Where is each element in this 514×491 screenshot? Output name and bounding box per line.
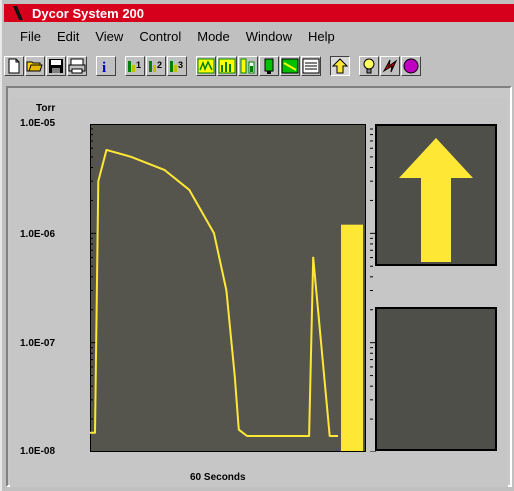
x-axis-label: 60 Seconds <box>190 472 246 483</box>
menu-file[interactable]: File <box>20 29 41 44</box>
new-file-button[interactable] <box>4 56 24 76</box>
menu-window[interactable]: Window <box>246 29 292 44</box>
bar-scan-icon <box>218 58 236 74</box>
open-folder-button[interactable] <box>25 56 45 76</box>
table-icon <box>302 58 320 74</box>
stop-icon <box>403 58 419 74</box>
single-peak-button[interactable] <box>259 56 279 76</box>
channel-3-icon: 3 <box>170 60 183 72</box>
current-pressure-bar <box>341 224 363 451</box>
y-tick-label: 1.0E-05 <box>20 118 56 129</box>
trend-indicator-panel <box>375 124 497 266</box>
channel-2-icon: 2 <box>149 60 162 72</box>
filament-icon <box>382 59 398 73</box>
up-arrow-icon <box>331 58 349 74</box>
toolbar: i 1 2 3 <box>4 52 514 80</box>
title-bar[interactable]: Dycor System 200 <box>4 4 514 22</box>
print-button[interactable] <box>67 56 87 76</box>
channel-2-button[interactable]: 2 <box>146 56 166 76</box>
y-tick-label: 1.0E-07 <box>20 338 56 349</box>
pressure-trend-plot <box>90 124 366 452</box>
menu-help[interactable]: Help <box>308 29 335 44</box>
save-disk-button[interactable] <box>46 56 66 76</box>
secondary-indicator-panel <box>375 307 497 451</box>
single-peak-icon <box>264 58 274 74</box>
y-tick-label: 1.0E-08 <box>20 446 56 457</box>
window-title: Dycor System 200 <box>32 5 145 21</box>
channel-1-button[interactable]: 1 <box>125 56 145 76</box>
y-axis-unit-label: Torr <box>36 103 56 114</box>
open-folder-icon <box>26 61 43 72</box>
analog-scan-icon <box>197 58 215 74</box>
stop-button[interactable] <box>401 56 421 76</box>
channel-1-icon: 1 <box>128 60 141 72</box>
bulb-icon <box>363 58 375 74</box>
svg-text:2: 2 <box>157 60 162 70</box>
filament-button[interactable] <box>380 56 400 76</box>
menu-edit[interactable]: Edit <box>57 29 79 44</box>
trend-icon <box>281 58 299 74</box>
plot-background <box>90 124 366 452</box>
application-window: Dycor System 200 File Edit View Control Mode… <box>0 0 514 491</box>
bar-scan-button[interactable] <box>217 56 237 76</box>
menu-control[interactable]: Control <box>139 29 181 44</box>
analog-scan-button[interactable] <box>196 56 216 76</box>
menu-bar: File Edit View Control Mode Window Help <box>4 23 514 49</box>
save-disk-icon <box>49 59 63 73</box>
bulb-button[interactable] <box>359 56 379 76</box>
y-tick-label: 1.0E-06 <box>20 229 56 240</box>
svg-text:1: 1 <box>136 60 141 70</box>
svg-text:i: i <box>102 60 106 75</box>
table-button[interactable] <box>301 56 321 76</box>
print-icon <box>68 58 86 74</box>
leak-check-button[interactable] <box>238 56 258 76</box>
menu-mode[interactable]: Mode <box>197 29 230 44</box>
menu-view[interactable]: View <box>95 29 123 44</box>
info-icon: i <box>102 60 106 75</box>
new-file-icon <box>8 58 20 74</box>
trend-button[interactable] <box>280 56 300 76</box>
rising-arrow-icon <box>399 138 473 262</box>
svg-text:3: 3 <box>178 60 183 70</box>
info-button[interactable]: i <box>96 56 116 76</box>
leak-check-icon <box>240 58 255 74</box>
channel-3-button[interactable]: 3 <box>167 56 187 76</box>
up-arrow-button[interactable] <box>330 56 350 76</box>
app-logo-icon <box>10 5 26 21</box>
